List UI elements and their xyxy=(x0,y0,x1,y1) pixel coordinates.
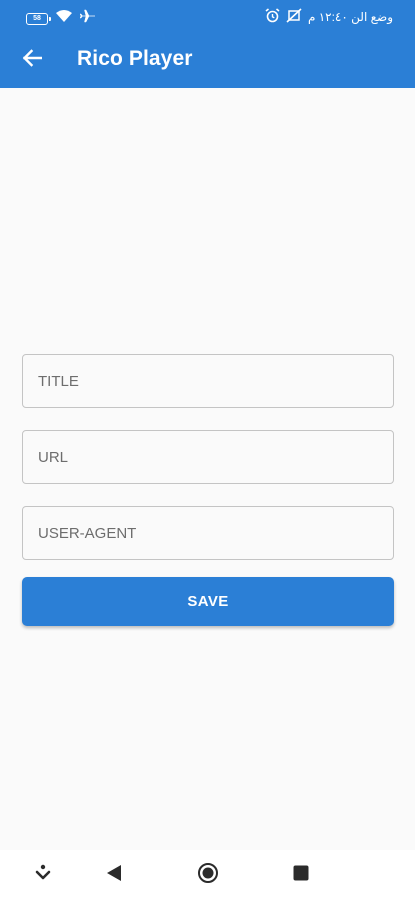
page-title: Rico Player xyxy=(77,47,193,70)
status-right-area: وضع الن ١٢:٤٠ م xyxy=(265,8,393,26)
home-circle-icon xyxy=(197,862,219,889)
back-nav-button[interactable] xyxy=(101,862,127,888)
back-triangle-icon xyxy=(105,864,123,887)
status-time-text: وضع الن ١٢:٤٠ م xyxy=(307,10,393,24)
battery-level: 58 xyxy=(33,14,41,22)
battery-icon: 58 xyxy=(26,12,51,25)
alarm-icon xyxy=(265,8,280,26)
no-data-icon xyxy=(286,8,302,26)
download-nav-button[interactable] xyxy=(30,862,56,888)
arrow-left-icon xyxy=(22,48,43,72)
back-button[interactable] xyxy=(16,44,48,76)
recents-nav-button[interactable] xyxy=(288,862,314,888)
download-icon xyxy=(35,864,51,887)
system-nav-bar xyxy=(0,850,415,900)
status-left-icons: 58 xyxy=(26,9,96,28)
airplane-mode-icon xyxy=(79,9,96,28)
save-button[interactable]: SAVE xyxy=(22,577,394,626)
title-input[interactable] xyxy=(22,354,394,408)
status-bar: 58 وضع الن ١٢:٤٠ م xyxy=(0,0,415,34)
url-input[interactable] xyxy=(22,430,394,484)
home-nav-button[interactable] xyxy=(195,862,221,888)
user-agent-input[interactable] xyxy=(22,506,394,560)
app-header: 58 وضع الن ١٢:٤٠ م Rico Player xyxy=(0,0,415,88)
wifi-icon xyxy=(55,9,73,28)
toolbar: Rico Player xyxy=(0,38,415,82)
recents-square-icon xyxy=(292,864,310,887)
